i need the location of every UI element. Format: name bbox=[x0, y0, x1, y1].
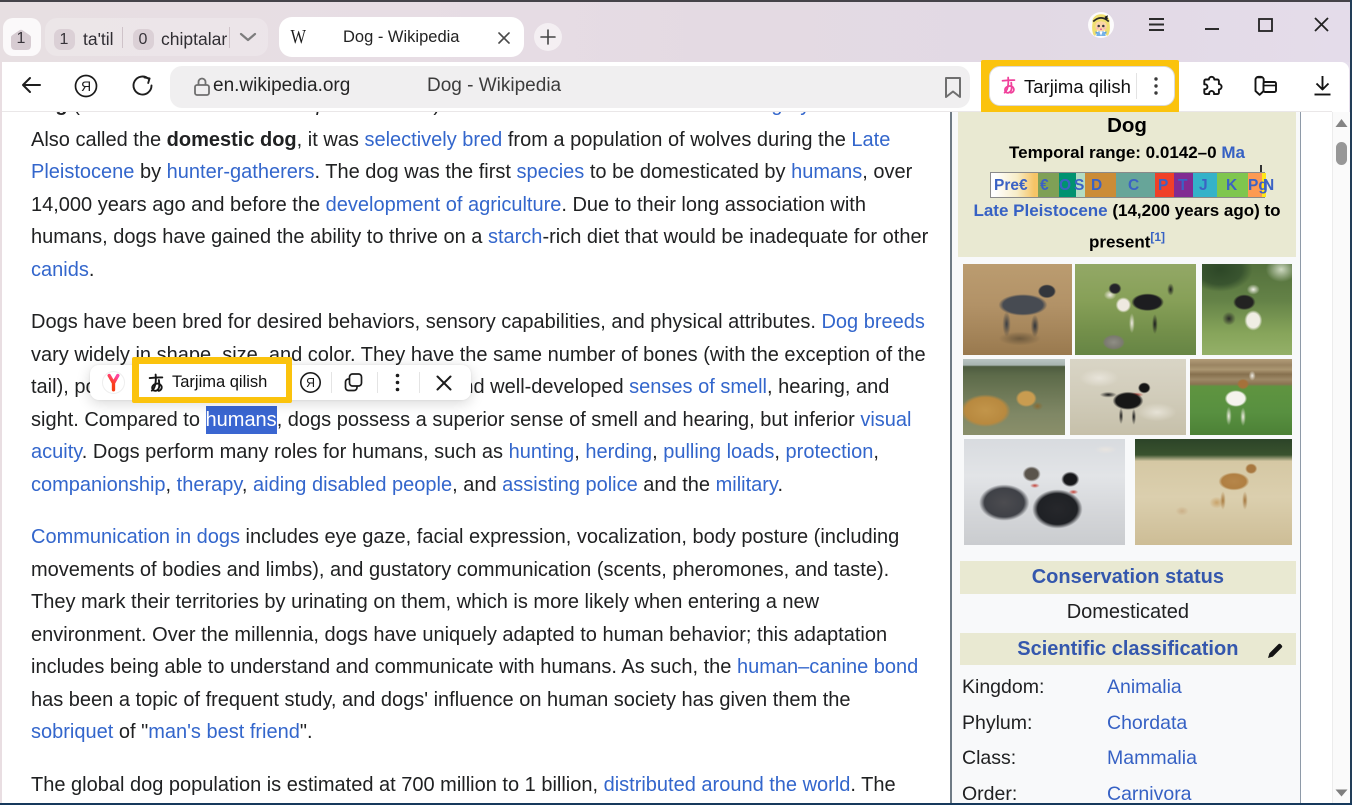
svg-text:Я: Я bbox=[81, 78, 91, 94]
svg-text:Я: Я bbox=[306, 376, 315, 390]
